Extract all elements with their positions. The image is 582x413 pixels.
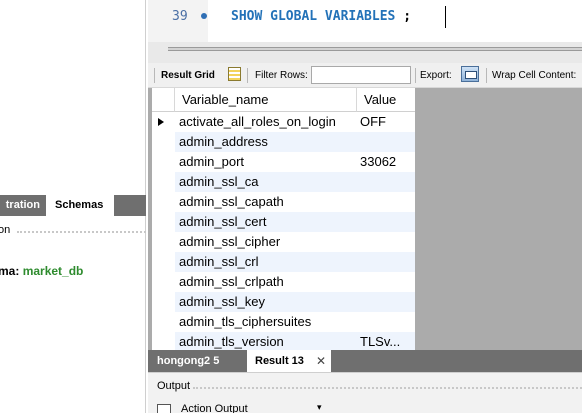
cell-variable-name[interactable]: activate_all_roles_on_login xyxy=(175,112,357,132)
table-row[interactable]: admin_ssl_cipher xyxy=(152,232,415,252)
table-row[interactable]: admin_ssl_capath xyxy=(152,192,415,212)
scrollbar-thumb[interactable] xyxy=(168,47,582,51)
table-row[interactable]: admin_ssl_cert xyxy=(152,212,415,232)
cell-variable-name[interactable]: admin_tls_version xyxy=(175,332,357,350)
chevron-down-icon[interactable]: ▾ xyxy=(317,402,322,413)
grid-view-icon[interactable] xyxy=(228,67,241,81)
table-row[interactable]: admin_ssl_crlpath xyxy=(152,272,415,292)
row-indicator[interactable] xyxy=(152,252,175,272)
row-indicator[interactable] xyxy=(152,332,175,350)
row-indicator[interactable] xyxy=(152,272,175,292)
cell-value[interactable] xyxy=(357,192,415,212)
statement-marker-icon xyxy=(201,13,207,19)
cell-value[interactable]: OFF xyxy=(357,112,415,132)
sql-terminator: ; xyxy=(403,9,412,24)
action-output-select[interactable]: Action Output xyxy=(181,403,248,413)
cell-variable-name[interactable]: admin_tls_ciphersuites xyxy=(175,312,357,332)
line-number: 39 xyxy=(172,9,188,24)
toolbar-separator xyxy=(154,68,155,83)
cell-variable-name[interactable]: admin_ssl_cipher xyxy=(175,232,357,252)
result-grid-button[interactable]: Result Grid xyxy=(161,70,215,81)
cell-value[interactable] xyxy=(357,232,415,252)
cell-value[interactable]: 33062 xyxy=(357,152,415,172)
table-row[interactable]: admin_tls_version TLSv... xyxy=(152,332,415,350)
output-divider xyxy=(193,387,582,389)
row-indicator[interactable] xyxy=(152,192,175,212)
cell-value[interactable] xyxy=(357,172,415,192)
schema-info: ma: market_db xyxy=(0,264,83,278)
sql-code: SHOW GLOBAL VARIABLES xyxy=(231,9,396,24)
cell-value[interactable] xyxy=(357,272,415,292)
table-row[interactable]: admin_port 33062 xyxy=(152,152,415,172)
row-indicator[interactable] xyxy=(152,232,175,252)
tab-schemas[interactable]: Schemas xyxy=(46,195,114,216)
cell-value[interactable]: TLSv... xyxy=(357,332,415,350)
column-header-variable-name[interactable]: Variable_name xyxy=(175,88,357,112)
result-grid[interactable]: Variable_name Value activate_all_roles_o… xyxy=(152,88,415,350)
column-header-value[interactable]: Value xyxy=(357,88,415,112)
close-tab-icon[interactable]: ✕ xyxy=(316,355,326,367)
cell-variable-name[interactable]: admin_ssl_cert xyxy=(175,212,357,232)
row-indicator[interactable] xyxy=(152,132,175,152)
wrap-cell-content-label: Wrap Cell Content: xyxy=(492,70,577,81)
navigator-tabs: tration Schemas xyxy=(0,195,146,216)
row-indicator[interactable] xyxy=(152,292,175,312)
cell-variable-name[interactable]: admin_ssl_ca xyxy=(175,172,357,192)
table-row[interactable]: admin_ssl_key xyxy=(152,292,415,312)
export-label: Export: xyxy=(420,70,452,81)
tab-hongong2-5[interactable]: hongong2 5 xyxy=(157,350,219,372)
cell-variable-name[interactable]: admin_ssl_key xyxy=(175,292,357,312)
toolbar-separator xyxy=(486,68,487,83)
schema-name: market_db xyxy=(22,264,84,278)
table-row[interactable]: admin_ssl_ca xyxy=(152,172,415,192)
editor-horizontal-scrollbar[interactable] xyxy=(148,42,582,63)
cell-variable-name[interactable]: admin_ssl_crl xyxy=(175,252,357,272)
table-row[interactable]: admin_ssl_crl xyxy=(152,252,415,272)
cell-variable-name[interactable]: admin_ssl_crlpath xyxy=(175,272,357,292)
tab-administration[interactable]: tration xyxy=(0,195,43,216)
row-indicator[interactable] xyxy=(152,172,175,192)
table-row[interactable]: admin_tls_ciphersuites xyxy=(152,312,415,332)
row-indicator-header xyxy=(152,88,175,112)
filter-rows-input[interactable] xyxy=(311,66,411,84)
table-row[interactable]: admin_address xyxy=(152,132,415,152)
cell-value[interactable] xyxy=(357,292,415,312)
cell-variable-name[interactable]: admin_port xyxy=(175,152,357,172)
row-indicator[interactable] xyxy=(152,152,175,172)
action-output-icon xyxy=(157,404,171,413)
cell-value[interactable] xyxy=(357,312,415,332)
cell-value[interactable] xyxy=(357,132,415,152)
toolbar-separator xyxy=(247,68,248,83)
filter-rows-label: Filter Rows: xyxy=(255,70,308,81)
information-section-label: on xyxy=(0,224,11,236)
cell-value[interactable] xyxy=(357,252,415,272)
schema-label: ma: xyxy=(0,264,20,278)
cell-variable-name[interactable]: admin_address xyxy=(175,132,357,152)
table-row[interactable]: activate_all_roles_on_login OFF xyxy=(152,112,415,132)
cell-value[interactable] xyxy=(357,212,415,232)
row-indicator[interactable] xyxy=(152,312,175,332)
row-indicator[interactable] xyxy=(152,212,175,232)
export-icon[interactable] xyxy=(461,66,479,82)
text-caret xyxy=(445,6,446,28)
sql-statement[interactable]: SHOW GLOBAL VARIABLES ; xyxy=(231,9,411,24)
toolbar-separator xyxy=(415,68,416,83)
cell-variable-name[interactable]: admin_ssl_capath xyxy=(175,192,357,212)
output-label: Output xyxy=(157,380,191,392)
current-row-arrow-icon[interactable] xyxy=(152,112,175,132)
